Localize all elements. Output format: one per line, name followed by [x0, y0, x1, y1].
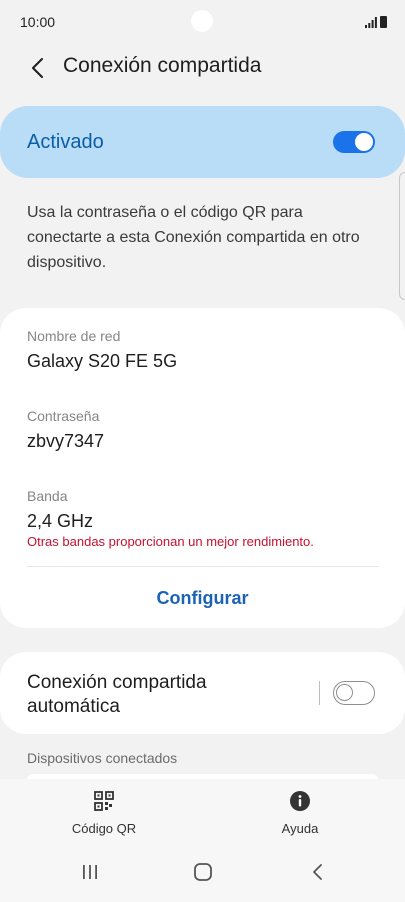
back-icon: [313, 864, 322, 880]
system-nav-bar: [0, 841, 405, 902]
password-value: zbvy7347: [27, 431, 105, 451]
toggle-knob: [336, 684, 353, 701]
band-value: 2,4 GHz: [27, 511, 94, 531]
qr-code-button[interactable]: Código QR: [44, 789, 164, 836]
status-time: 10:00: [20, 14, 56, 30]
connected-devices-header: Dispositivos conectados: [27, 750, 178, 766]
back-button[interactable]: [22, 53, 52, 83]
qr-code-icon: [94, 791, 114, 811]
band-warning: Otras bandas proporcionan un mejor rendi…: [27, 534, 314, 549]
battery-icon: [380, 16, 387, 28]
card-divider: [27, 566, 378, 567]
help-label: Ayuda: [281, 821, 319, 836]
info-icon: [290, 791, 310, 811]
toggle-knob: [355, 133, 373, 151]
chevron-left-icon: [32, 58, 43, 78]
home-icon: [194, 863, 212, 881]
recents-icon: [83, 865, 97, 879]
camera-cutout: [191, 10, 213, 32]
toggle-separator: [319, 681, 320, 705]
auto-hotspot-toggle[interactable]: [333, 681, 375, 705]
app-bar: Conexión compartida: [0, 44, 405, 92]
nav-back-button[interactable]: [297, 857, 337, 887]
scroll-indicator[interactable]: [399, 172, 405, 300]
password-label: Contraseña: [27, 408, 100, 424]
recents-button[interactable]: [70, 857, 110, 887]
configure-button[interactable]: Configurar: [0, 578, 405, 618]
signal-icon: [365, 17, 377, 28]
bottom-action-bar: Código QR Ayuda: [0, 779, 405, 841]
master-switch-label: Activado: [27, 131, 104, 153]
page-title: Conexión compartida: [63, 54, 262, 77]
status-bar: 10:00: [0, 0, 405, 44]
qr-code-label: Código QR: [71, 821, 137, 836]
network-name-label: Nombre de red: [27, 328, 121, 344]
auto-hotspot-label: Conexión compartida automática: [27, 672, 207, 717]
master-toggle[interactable]: [333, 131, 375, 153]
master-switch-card[interactable]: Activado: [0, 106, 405, 178]
network-info-card: Nombre de red Galaxy S20 FE 5G Contraseñ…: [0, 308, 405, 628]
auto-hotspot-card[interactable]: Conexión compartida automática: [0, 652, 405, 734]
home-button[interactable]: [183, 857, 223, 887]
band-label: Banda: [27, 488, 68, 504]
network-name-value: Galaxy S20 FE 5G: [27, 351, 178, 371]
help-button[interactable]: Ayuda: [240, 789, 360, 836]
description-text: Usa la contraseña o el código QR para co…: [27, 204, 360, 271]
